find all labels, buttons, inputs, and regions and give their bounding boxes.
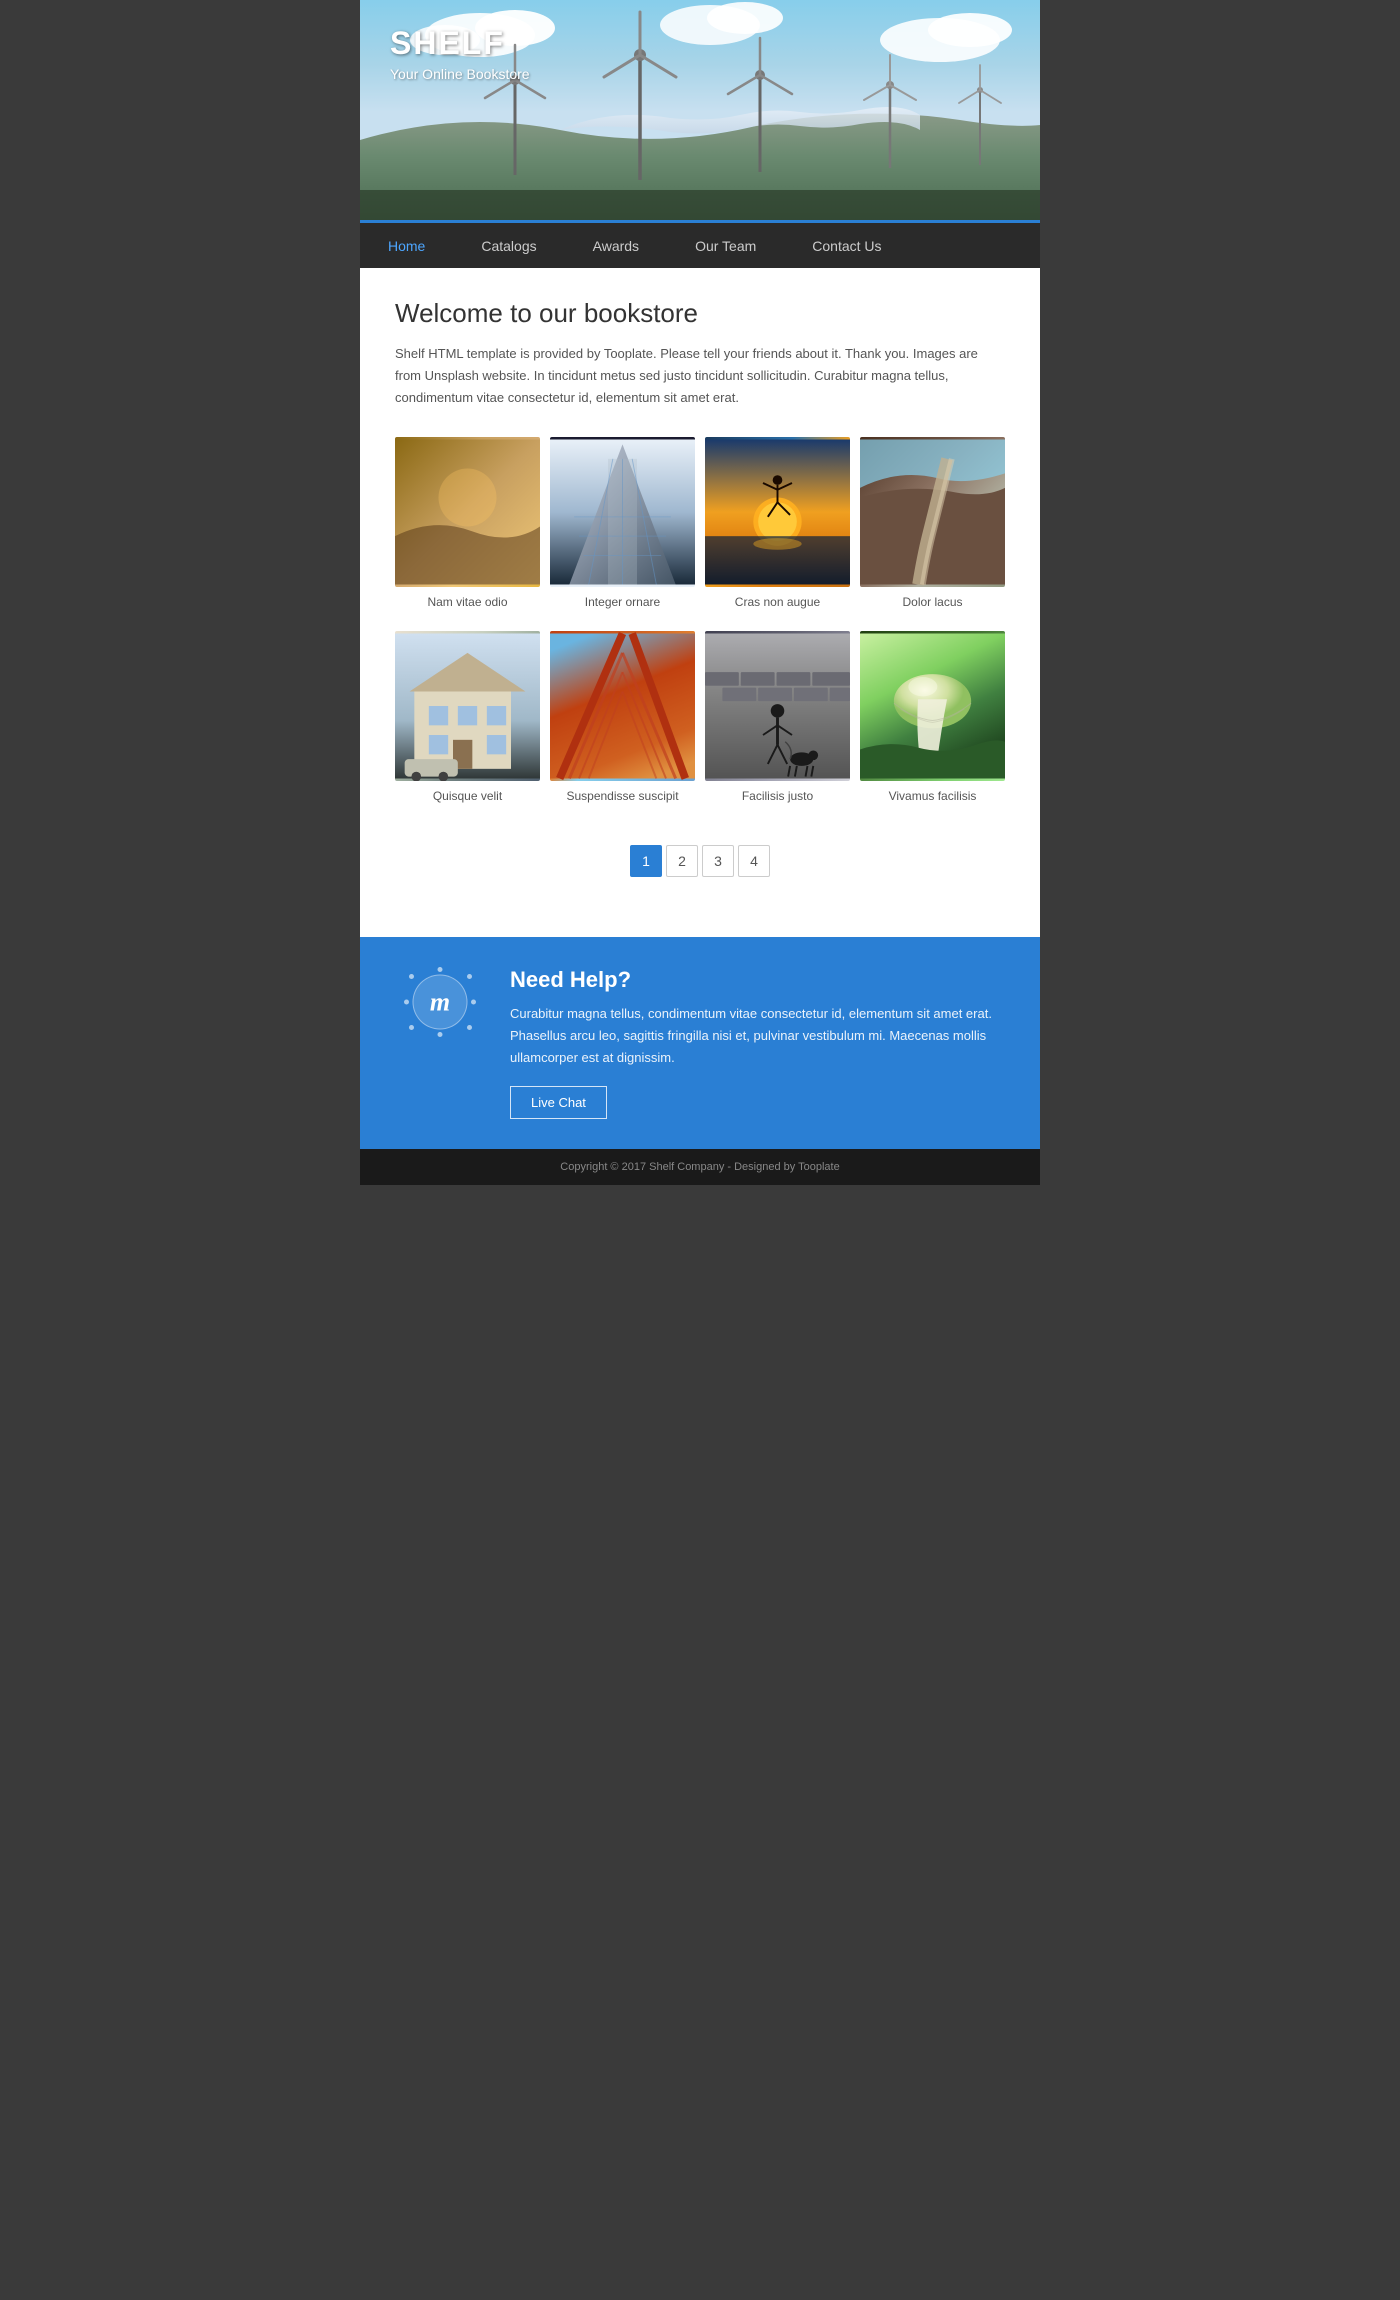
dot6 (409, 1025, 414, 1030)
page-btn-2[interactable]: 2 (666, 845, 698, 877)
page-btn-4[interactable]: 4 (738, 845, 770, 877)
nav-contact-us[interactable]: Contact Us (784, 223, 909, 268)
grid-image-3 (705, 437, 850, 587)
grid-item-3[interactable]: Cras non augue (705, 437, 850, 623)
grid-label-4: Dolor lacus (902, 595, 962, 609)
grid-image-7 (705, 631, 850, 781)
site-title: SHELF (390, 25, 530, 62)
hero-text: SHELF Your Online Bookstore (390, 25, 530, 82)
grid-label-1: Nam vitae odio (427, 595, 507, 609)
nav-catalogs[interactable]: Catalogs (453, 223, 564, 268)
grid-item-5[interactable]: Quisque velit (395, 631, 540, 817)
image-grid-row1: Nam vitae odio (395, 437, 1005, 623)
grid-item-6[interactable]: Suspendisse suscipit (550, 631, 695, 817)
live-chat-button[interactable]: Live Chat (510, 1086, 607, 1119)
page-btn-3[interactable]: 3 (702, 845, 734, 877)
grid-image-2 (550, 437, 695, 587)
welcome-heading: Welcome to our bookstore (395, 298, 1005, 329)
image-grid-row2: Quisque velit (395, 631, 1005, 817)
main-nav: Home Catalogs Awards Our Team Contact Us (360, 220, 1040, 268)
grid-item-1[interactable]: Nam vitae odio (395, 437, 540, 623)
nav-awards[interactable]: Awards (565, 223, 667, 268)
dot7 (404, 1000, 409, 1005)
dot5 (438, 1032, 443, 1037)
grid-item-2[interactable]: Integer ornare (550, 437, 695, 623)
grid-image-4 (860, 437, 1005, 587)
help-section: m Need Help? Curabitur magna tellus, con… (360, 937, 1040, 1148)
dot4 (467, 1025, 472, 1030)
grid-label-3: Cras non augue (735, 595, 820, 609)
grid-label-7: Facilisis justo (742, 789, 813, 803)
dot2 (467, 974, 472, 979)
welcome-paragraph: Shelf HTML template is provided by Toopl… (395, 343, 1005, 409)
grid-image-8 (860, 631, 1005, 781)
grid-item-7[interactable]: Facilisis justo (705, 631, 850, 817)
help-text: Curabitur magna tellus, condimentum vita… (510, 1003, 1005, 1069)
main-content: Welcome to our bookstore Shelf HTML temp… (360, 268, 1040, 937)
dot3 (471, 1000, 476, 1005)
site-subtitle: Your Online Bookstore (390, 66, 530, 82)
dot1 (438, 967, 443, 972)
pagination: 1 2 3 4 (395, 825, 1005, 907)
grid-label-5: Quisque velit (433, 789, 502, 803)
grid-label-8: Vivamus facilisis (889, 789, 977, 803)
grid-item-8[interactable]: Vivamus facilisis (860, 631, 1005, 817)
nav-home[interactable]: Home (360, 223, 453, 268)
footer-text: Copyright © 2017 Shelf Company - Designe… (560, 1161, 839, 1173)
help-content: Need Help? Curabitur magna tellus, condi… (510, 967, 1005, 1118)
help-icon: m (405, 967, 475, 1037)
footer: Copyright © 2017 Shelf Company - Designe… (360, 1149, 1040, 1185)
help-icon-wrapper: m (395, 967, 485, 1037)
grid-label-2: Integer ornare (585, 595, 660, 609)
m-logo: m (413, 975, 468, 1030)
hero-section: SHELF Your Online Bookstore (360, 0, 1040, 220)
help-title: Need Help? (510, 967, 1005, 993)
page-btn-1[interactable]: 1 (630, 845, 662, 877)
grid-item-4[interactable]: Dolor lacus (860, 437, 1005, 623)
dot8 (409, 974, 414, 979)
nav-our-team[interactable]: Our Team (667, 223, 784, 268)
grid-image-5 (395, 631, 540, 781)
grid-label-6: Suspendisse suscipit (566, 789, 678, 803)
grid-image-6 (550, 631, 695, 781)
grid-image-1 (395, 437, 540, 587)
